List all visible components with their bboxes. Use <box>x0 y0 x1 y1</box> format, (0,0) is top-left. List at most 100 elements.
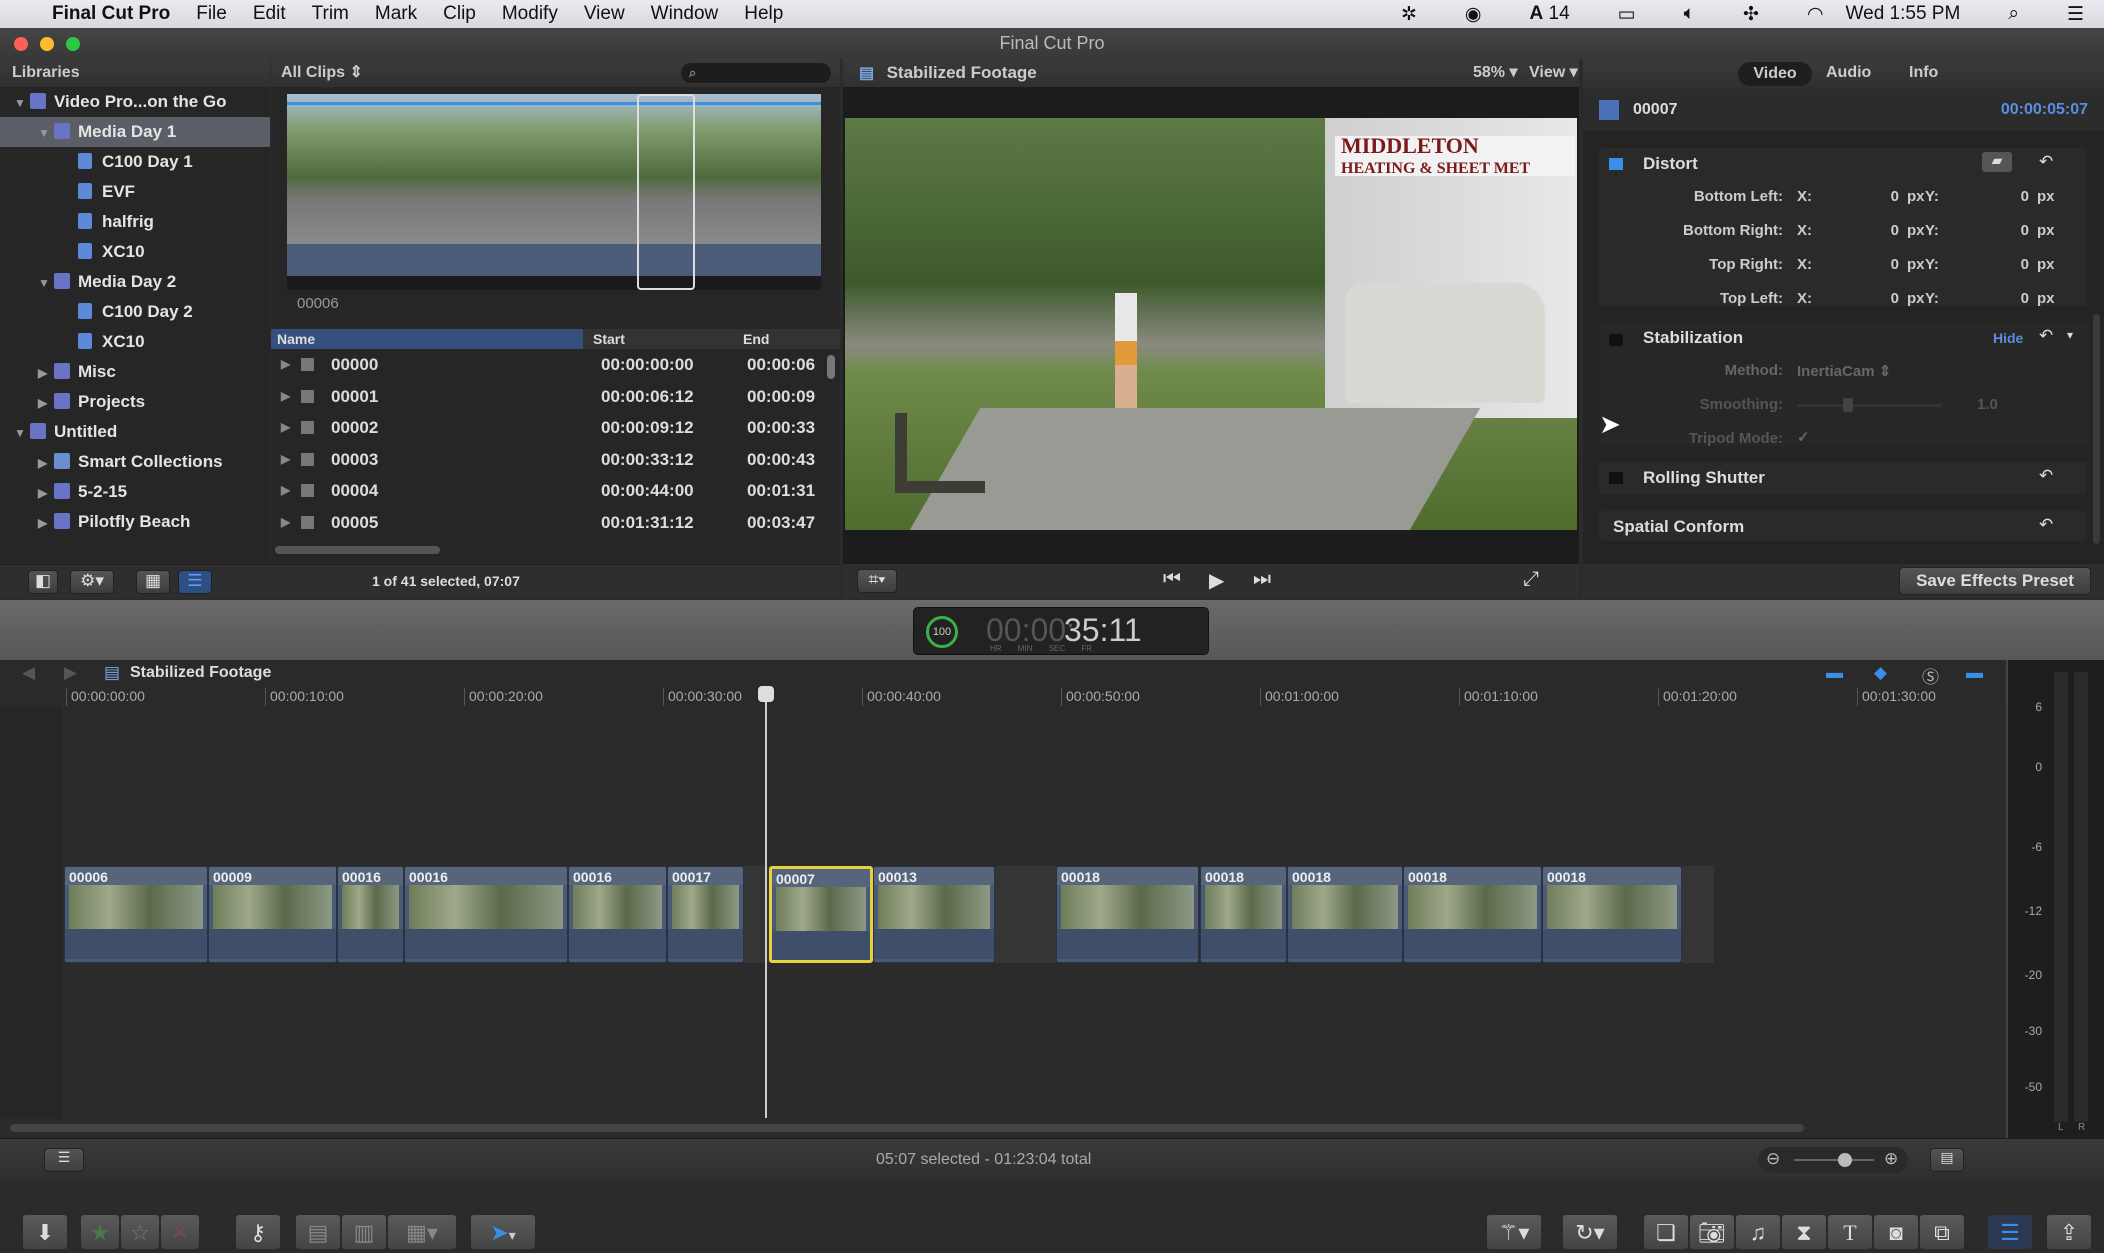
clip-row[interactable]: ▶ 00002 00:00:09:12 00:00:33 <box>271 412 840 444</box>
audio-skimming-button[interactable]: ▬ <box>1826 663 1843 683</box>
share-button[interactable]: ⇪ <box>2046 1214 2092 1250</box>
disclosure-open-icon[interactable]: ▼ <box>14 88 30 118</box>
zoom-out-icon[interactable]: ⊖ <box>1766 1149 1780 1169</box>
browser-search-field[interactable]: ⌕ <box>681 63 831 83</box>
select-tool-dropdown[interactable]: ➤▾ <box>470 1214 536 1250</box>
clip-row[interactable]: ▶ 00004 00:00:44:00 00:01:31 <box>271 475 840 507</box>
wifi-icon[interactable]: ◠ <box>1807 3 1824 26</box>
titles-browser-button[interactable]: T <box>1827 1214 1873 1250</box>
y-value[interactable]: 0 <box>1969 256 2029 273</box>
library-item[interactable]: ▶ Smart Collections <box>0 447 270 477</box>
x-value[interactable]: 0 <box>1839 188 1899 205</box>
append-clip-dropdown[interactable]: ▦▾ <box>387 1214 457 1250</box>
disclosure-open-icon[interactable]: ▼ <box>38 118 54 148</box>
timeline-index-button[interactable]: ☰ <box>44 1148 84 1172</box>
y-value[interactable]: 0 <box>1969 290 2029 307</box>
timeline-clip[interactable]: 00018 <box>1287 866 1403 963</box>
transitions-browser-button[interactable]: ⧗ <box>1781 1214 1827 1250</box>
play-button[interactable]: ▶ <box>1209 568 1224 593</box>
timeline-clip[interactable]: 00018 <box>1403 866 1542 963</box>
zoom-knob[interactable] <box>1838 1153 1852 1167</box>
disclosure-closed-icon[interactable]: ▶ <box>281 349 290 381</box>
smoothing-slider-knob[interactable] <box>1842 398 1853 412</box>
tab-info[interactable]: Info <box>1909 59 1938 87</box>
stabilization-enable-checkbox[interactable] <box>1609 334 1623 346</box>
bluetooth-icon[interactable]: ✣ <box>1743 3 1759 26</box>
stabilization-hide-button[interactable]: Hide <box>1993 330 2023 346</box>
library-item[interactable]: ▶ 5-2-15 <box>0 477 270 507</box>
video-frame[interactable]: MIDDLETON HEATING & SHEET MET <box>845 118 1577 530</box>
close-window-button[interactable] <box>14 37 28 51</box>
menu-mark[interactable]: Mark <box>375 3 417 25</box>
previous-edit-button[interactable]: ⏮ <box>1163 568 1181 591</box>
column-start[interactable]: Start <box>593 329 625 349</box>
timeline-clip[interactable]: 00018 <box>1200 866 1287 963</box>
timeline-horizontal-scrollbar[interactable] <box>10 1124 1804 1132</box>
smoothing-slider[interactable] <box>1797 398 1942 412</box>
timeline-clip[interactable]: 00013 <box>873 866 995 963</box>
enhancements-dropdown[interactable]: ⚚▾ <box>1486 1214 1542 1250</box>
zoom-window-button[interactable] <box>66 37 80 51</box>
tab-audio[interactable]: Audio <box>1826 59 1871 87</box>
disclosure-closed-icon[interactable]: ▶ <box>38 358 54 388</box>
music-browser-button[interactable]: ♫ <box>1735 1214 1781 1250</box>
video-skimming-button[interactable]: ◆ <box>1874 663 1887 683</box>
disclosure-closed-icon[interactable]: ▶ <box>281 412 290 444</box>
list-vertical-scrollbar[interactable] <box>827 355 835 379</box>
timeline-clip[interactable]: 00018 <box>1056 866 1199 963</box>
x-value[interactable]: 0 <box>1839 222 1899 239</box>
disclosure-open-icon[interactable]: ▼ <box>14 418 30 448</box>
smoothing-value[interactable]: 1.0 <box>1977 396 1998 413</box>
library-item[interactable]: ▼ Video Pro...on the Go <box>0 87 270 117</box>
zoom-in-icon[interactable]: ⊕ <box>1884 1149 1898 1169</box>
keyword-button[interactable]: ⚷ <box>235 1214 281 1250</box>
adobe-icon[interactable]: A 14 <box>1530 3 1570 25</box>
menu-app[interactable]: Final Cut Pro <box>52 3 170 25</box>
retime-dropdown[interactable]: ↻▾ <box>1562 1214 1618 1250</box>
filmstrip-view-button[interactable]: ▦ <box>136 570 170 594</box>
inspector-toggle-button[interactable]: ☰ <box>1987 1214 2033 1250</box>
brightness-icon[interactable]: ✲ <box>1401 3 1417 26</box>
solo-button[interactable]: Ⓢ <box>1922 663 1939 688</box>
rolling-shutter-reset-icon[interactable]: ↶ <box>2039 466 2053 486</box>
save-effects-preset-button[interactable]: Save Effects Preset <box>1899 567 2091 595</box>
method-popup[interactable]: InertiaCam ⇕ <box>1797 362 1891 380</box>
view-dropdown[interactable]: View ▾ <box>1529 59 1578 87</box>
reject-button[interactable]: ✕ <box>160 1214 200 1250</box>
timeline-clip-selected[interactable]: 00007 <box>769 866 873 963</box>
library-item[interactable]: ▶ Pilotfly Beach <box>0 507 270 537</box>
volume-icon[interactable]: 🔈︎ <box>1684 3 1695 25</box>
minimize-window-button[interactable] <box>40 37 54 51</box>
library-item[interactable]: ▶ Misc <box>0 357 270 387</box>
unrate-button[interactable]: ☆ <box>120 1214 160 1250</box>
toggle-libraries-button[interactable]: ◧ <box>28 570 58 594</box>
stabilization-reset-icon[interactable]: ↶ <box>2039 326 2053 346</box>
timeline-clip[interactable]: 00016 <box>337 866 404 963</box>
disclosure-closed-icon[interactable]: ▶ <box>38 448 54 478</box>
snapping-button[interactable]: ▬ <box>1966 663 1983 683</box>
menu-trim[interactable]: Trim <box>312 3 349 25</box>
clip-row[interactable]: ▶ 00001 00:00:06:12 00:00:09 <box>271 381 840 413</box>
record-icon[interactable]: ◉ <box>1465 3 1482 26</box>
timeline-forward-button[interactable]: ▶ <box>64 663 77 683</box>
x-value[interactable]: 0 <box>1839 290 1899 307</box>
stabilization-menu-icon[interactable]: ▾ <box>2067 328 2073 342</box>
connect-clip-button[interactable]: ▤ <box>295 1214 341 1250</box>
disclosure-closed-icon[interactable]: ▶ <box>281 444 290 476</box>
action-gear-button[interactable]: ⚙▾ <box>70 570 114 594</box>
menu-edit[interactable]: Edit <box>253 3 286 25</box>
column-end[interactable]: End <box>743 329 769 349</box>
menu-window[interactable]: Window <box>651 3 719 25</box>
library-item[interactable]: XC10 <box>0 327 270 357</box>
photos-browser-button[interactable]: 📷︎ <box>1689 1214 1735 1250</box>
library-item[interactable]: C100 Day 1 <box>0 147 270 177</box>
disclosure-closed-icon[interactable]: ▶ <box>38 388 54 418</box>
generators-browser-button[interactable]: ◙ <box>1873 1214 1919 1250</box>
disclosure-closed-icon[interactable]: ▶ <box>281 475 290 507</box>
y-value[interactable]: 0 <box>1969 222 2029 239</box>
filmstrip-skimmer-box[interactable] <box>637 94 695 290</box>
timeline-clip[interactable]: 00006 <box>64 866 208 963</box>
clip-row[interactable]: ▶ 00003 00:00:33:12 00:00:43 <box>271 444 840 476</box>
inspector-scrollbar[interactable] <box>2093 314 2100 544</box>
x-value[interactable]: 0 <box>1839 256 1899 273</box>
